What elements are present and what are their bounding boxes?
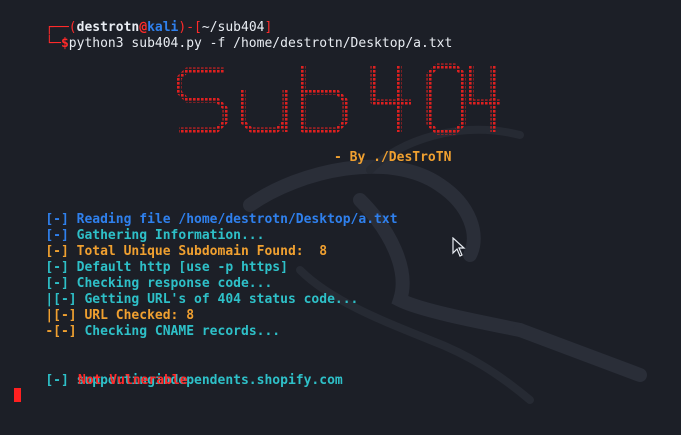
output-line-4: [-] Default http [use -p https] bbox=[14, 244, 288, 275]
output-text: Checking CNAME records... bbox=[84, 324, 281, 339]
prompt-corner-2: └─ bbox=[45, 36, 61, 51]
prompt-line-2: └─$python3 sub404.py -f /home/destrotn/D… bbox=[14, 20, 452, 51]
author-byline: - By ./DesTroTN bbox=[334, 150, 452, 165]
text-cursor-block bbox=[14, 388, 21, 402]
output-line-1: [-] Reading file /home/destrotn/Desktop/… bbox=[14, 196, 397, 227]
result-prefix: [-] bbox=[45, 373, 69, 388]
output-line-6: |[-] Getting URL's of 404 status code... bbox=[14, 276, 358, 307]
prompt-line-1: ┌──(destrotn@kali)-[~/sub404] bbox=[14, 4, 272, 35]
output-line-8: -[-] Checking CNAME records... bbox=[14, 308, 280, 339]
output-line-2: [-] Gathering Information... bbox=[14, 212, 264, 243]
mouse-pointer-icon bbox=[452, 237, 466, 257]
result-status: Not Vulnerable bbox=[78, 373, 188, 388]
sub404-ascii-banner bbox=[176, 63, 501, 135]
output-line-5: [-] Checking response code... bbox=[14, 260, 272, 291]
output-line-3: [-] Total Unique Subdomain Found: 8 bbox=[14, 228, 327, 259]
command-text[interactable]: python3 sub404.py -f /home/destrotn/Desk… bbox=[69, 36, 453, 51]
terminal-window[interactable]: ┌──(destrotn@kali)-[~/sub404] └─$python3… bbox=[0, 0, 681, 435]
output-line-7: |[-] URL Checked: 8 bbox=[14, 292, 194, 323]
prompt-dollar: $ bbox=[60, 36, 69, 51]
result-line: [-] supportingindependents.shopify.com bbox=[14, 357, 342, 388]
output-prefix: -[-] bbox=[45, 324, 77, 339]
